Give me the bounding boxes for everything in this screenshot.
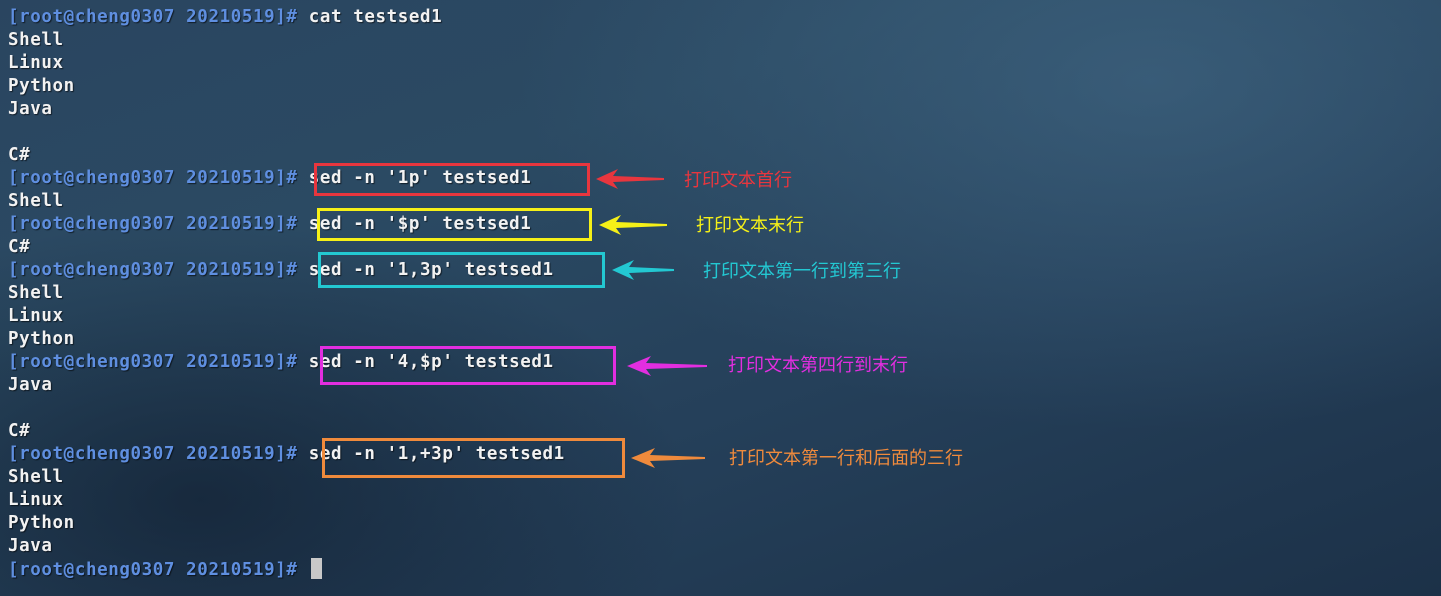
shell-prompt: [root@cheng0307 20210519]#	[8, 444, 298, 464]
annotation-line-1-plus-3: 打印文本第一行和后面的三行	[729, 448, 963, 469]
highlight-box-lines-1-to-3	[318, 252, 605, 288]
annotation-last-line: 打印文本末行	[696, 215, 804, 236]
prompt-line-current: [root@cheng0307 20210519]#	[8, 558, 565, 581]
output-line: Linux	[8, 490, 64, 510]
output-line: Linux	[8, 53, 64, 73]
output-line: Python	[8, 513, 75, 533]
highlight-box-line-1-plus-3	[322, 438, 625, 478]
output-line: Linux	[8, 306, 64, 326]
arrow-icon-lines-1-to-3	[612, 260, 674, 280]
shell-prompt: [root@cheng0307 20210519]#	[8, 168, 298, 188]
highlight-box-line-4-to-end	[320, 346, 616, 385]
output-line: Java	[8, 99, 53, 119]
arrow-icon-last-line	[599, 215, 667, 235]
arrow-icon-line-1-plus-3	[631, 448, 705, 468]
annotation-line-4-to-end: 打印文本第四行到末行	[728, 355, 908, 376]
shell-prompt: [root@cheng0307 20210519]#	[8, 214, 298, 234]
command-line: [root@cheng0307 20210519]# cat testsed1	[8, 6, 565, 29]
highlight-box-first-line	[314, 163, 590, 196]
shell-prompt: [root@cheng0307 20210519]#	[8, 7, 298, 27]
shell-prompt: [root@cheng0307 20210519]#	[8, 560, 298, 580]
text-cursor[interactable]	[310, 558, 322, 579]
terminal-output[interactable]: [root@cheng0307 20210519]# cat testsed1 S…	[8, 6, 565, 581]
command-text: cat testsed1	[308, 7, 443, 27]
shell-prompt: [root@cheng0307 20210519]#	[8, 260, 298, 280]
output-line: Python	[8, 76, 75, 96]
annotation-first-line: 打印文本首行	[684, 170, 792, 191]
arrow-icon-line-4-to-end	[627, 356, 707, 376]
annotation-lines-1-to-3: 打印文本第一行到第三行	[703, 261, 901, 282]
output-line: Shell	[8, 30, 64, 50]
highlight-box-last-line	[317, 208, 592, 241]
arrow-icon-first-line	[596, 169, 664, 189]
shell-prompt: [root@cheng0307 20210519]#	[8, 352, 298, 372]
output-line: Java	[8, 536, 53, 556]
